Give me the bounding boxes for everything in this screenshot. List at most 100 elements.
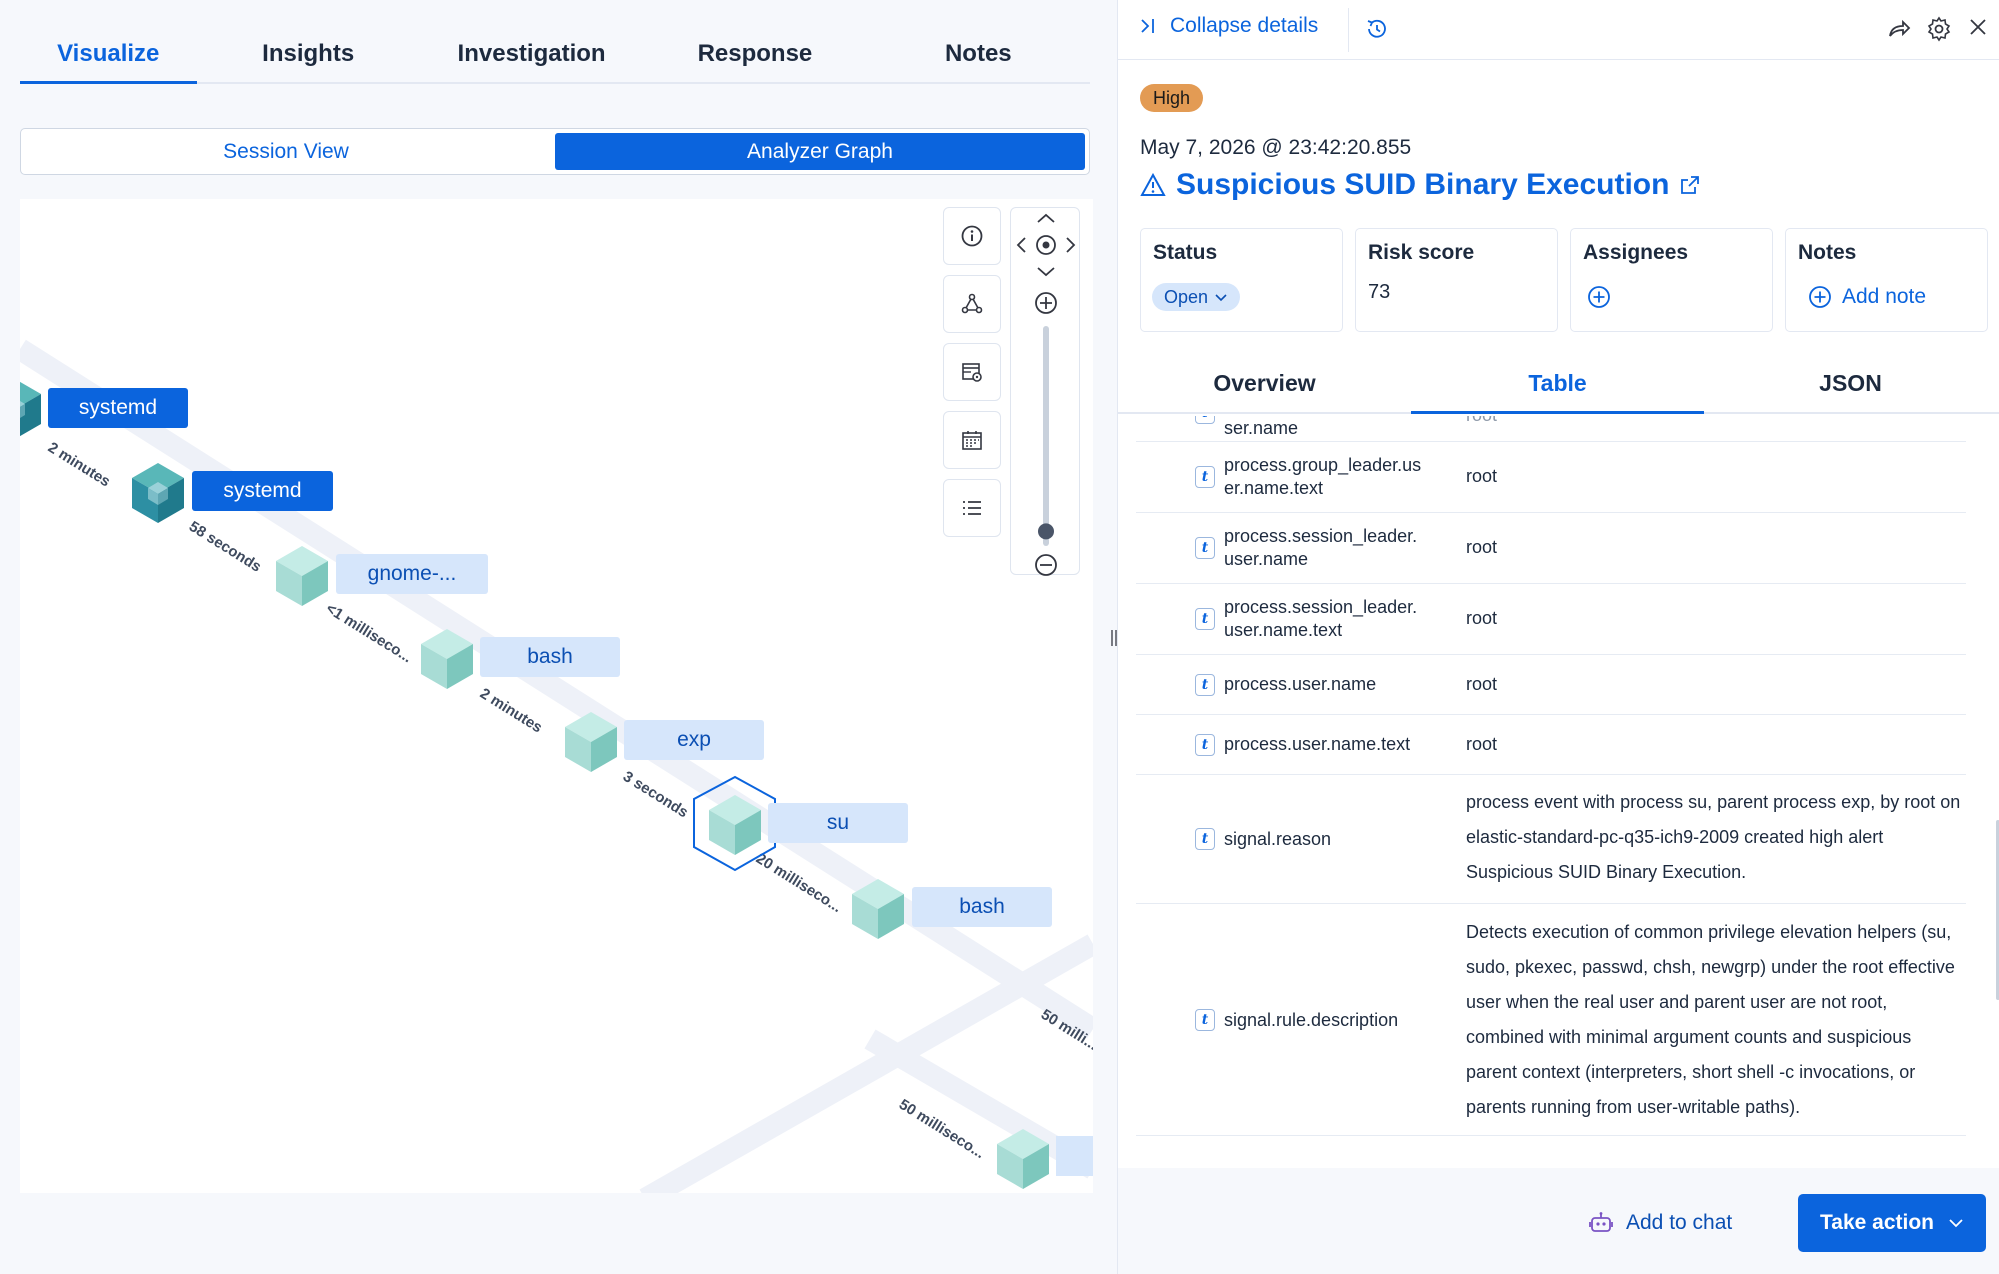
alert-title: Suspicious SUID Binary Execution: [1176, 168, 1670, 201]
field-value: root: [1466, 416, 1966, 433]
node-list-button[interactable]: [943, 479, 1001, 537]
add-to-chat-button[interactable]: Add to chat: [1588, 1210, 1732, 1236]
field-value: root: [1466, 674, 1498, 694]
node-label-systemd[interactable]: systemd: [48, 388, 188, 428]
header-divider: [1348, 8, 1349, 52]
tab-json[interactable]: JSON: [1704, 360, 1997, 412]
severity-badge: High: [1140, 84, 1204, 112]
process-node-icon[interactable]: [132, 463, 184, 523]
edge-label: 2 minutes: [45, 439, 113, 491]
history-icon: [1367, 19, 1386, 38]
zoom-slider-track[interactable]: [1043, 326, 1049, 546]
settings-table-button[interactable]: [943, 343, 1001, 401]
tab-investigation[interactable]: Investigation: [420, 22, 643, 82]
table-row: t process.user.name.text root: [1136, 715, 1966, 775]
process-node-icon[interactable]: [20, 379, 41, 439]
text-type-icon: t: [1195, 416, 1215, 424]
table-row: t signal.reason process event with proce…: [1136, 775, 1966, 904]
take-action-button[interactable]: Take action: [1798, 1194, 1986, 1252]
share-button[interactable]: [1886, 16, 1912, 47]
assignees-title: Assignees: [1583, 241, 1689, 264]
tab-overview[interactable]: Overview: [1118, 360, 1411, 412]
text-type-icon: t: [1195, 466, 1215, 488]
collapse-details-button[interactable]: Collapse details: [1138, 14, 1318, 38]
analyzer-graph[interactable]: 2 minutes 58 seconds <1 milliseco... 2 m…: [20, 199, 1093, 1193]
info-button[interactable]: [943, 207, 1001, 265]
tab-insights[interactable]: Insights: [197, 22, 420, 82]
session-view-button[interactable]: Session View: [21, 129, 551, 174]
center-target-icon[interactable]: [1036, 235, 1056, 255]
alert-timestamp: May 7, 2026 @ 23:42:20.855: [1140, 136, 1412, 159]
status-dropdown[interactable]: Open: [1152, 283, 1241, 311]
fields-table[interactable]: t ser.name root t process.group_leader.u…: [1136, 416, 1978, 1168]
node-label-partial[interactable]: [1056, 1136, 1093, 1176]
node-label-systemd[interactable]: systemd: [192, 471, 333, 511]
zoom-slider-handle[interactable]: [1038, 523, 1054, 540]
field-name: process.session_leader.user.name.text: [1224, 597, 1418, 640]
table-row: t process.user.name root: [1136, 655, 1966, 715]
left-pane: Visualize Insights Investigation Respons…: [0, 0, 1115, 1274]
text-type-icon: t: [1195, 1009, 1215, 1031]
graph-layout-button[interactable]: [943, 275, 1001, 333]
pan-right-icon[interactable]: [1066, 237, 1076, 253]
list-icon: [963, 501, 981, 515]
field-name: process.session_leader.user.name: [1224, 526, 1418, 569]
detail-tabs: Overview Table JSON: [1118, 360, 1999, 414]
graph-nodes-icon: [961, 293, 983, 314]
field-name: signal.reason: [1224, 829, 1332, 849]
graph-canvas: 2 minutes 58 seconds <1 milliseco... 2 m…: [20, 339, 1093, 1193]
node-label-bash[interactable]: bash: [912, 887, 1052, 927]
flyout-header: Collapse details: [1118, 0, 1999, 60]
assignees-card: Assignees: [1570, 228, 1773, 332]
table-row: t ser.name root: [1136, 416, 1966, 442]
zoom-out-icon[interactable]: [1035, 554, 1057, 576]
tab-table[interactable]: Table: [1411, 360, 1704, 414]
field-value: Detects execution of common privilege el…: [1466, 922, 1955, 1117]
graph-edges: [20, 339, 1093, 1193]
plus-circle-icon: [1588, 286, 1610, 308]
close-button[interactable]: [1967, 16, 1989, 43]
pan-left-icon[interactable]: [1016, 237, 1026, 253]
table-settings-icon: [962, 363, 982, 382]
field-name: process.user.name: [1224, 674, 1377, 694]
edge-label: 58 seconds: [186, 518, 264, 576]
zoom-in-icon[interactable]: [1035, 292, 1057, 314]
node-label-exp[interactable]: exp: [624, 720, 764, 760]
field-value: process event with process su, parent pr…: [1466, 792, 1961, 882]
alert-title-link[interactable]: Suspicious SUID Binary Execution: [1140, 168, 1701, 202]
alert-details-flyout: Collapse details High May 7, 2026 @ 23:4…: [1117, 0, 1999, 1274]
share-icon: [1889, 19, 1911, 37]
text-type-icon: t: [1195, 828, 1215, 850]
node-label-gnome[interactable]: gnome-...: [336, 554, 488, 594]
gear-icon: [1927, 16, 1951, 42]
add-note-button[interactable]: Add note: [1808, 285, 1926, 309]
tab-notes[interactable]: Notes: [867, 22, 1090, 82]
settings-button[interactable]: [1926, 16, 1952, 47]
take-action-label: Take action: [1820, 1211, 1934, 1234]
add-assignee-button[interactable]: [1587, 285, 1611, 314]
info-icon: [961, 225, 983, 247]
tab-visualize[interactable]: Visualize: [20, 22, 197, 84]
field-name: ser.name: [1224, 418, 1299, 438]
history-button[interactable]: [1364, 16, 1390, 47]
pan-down-icon[interactable]: [1037, 267, 1055, 277]
text-type-icon: t: [1195, 608, 1215, 630]
assistant-robot-icon: [1589, 1212, 1613, 1232]
risk-score-title: Risk score: [1368, 241, 1475, 264]
table-row: t signal.rule.description Detects execut…: [1136, 904, 1966, 1136]
notes-card: Notes Add note: [1785, 228, 1988, 332]
process-node-icon[interactable]: [276, 546, 328, 606]
calendar-button[interactable]: [943, 411, 1001, 469]
node-label-su[interactable]: su: [768, 803, 908, 843]
main-tabs: Visualize Insights Investigation Respons…: [20, 22, 1090, 84]
notes-title: Notes: [1798, 241, 1857, 264]
field-value: root: [1466, 608, 1498, 628]
analyzer-graph-button[interactable]: Analyzer Graph: [555, 133, 1085, 170]
tab-response[interactable]: Response: [643, 22, 866, 82]
node-label-bash[interactable]: bash: [480, 637, 620, 677]
edge-label: <1 milliseco...: [323, 600, 415, 666]
text-type-icon: t: [1195, 674, 1215, 696]
pan-up-icon[interactable]: [1037, 213, 1055, 223]
flyout-footer: Add to chat Take action: [1118, 1168, 1999, 1274]
field-value: root: [1466, 734, 1498, 754]
